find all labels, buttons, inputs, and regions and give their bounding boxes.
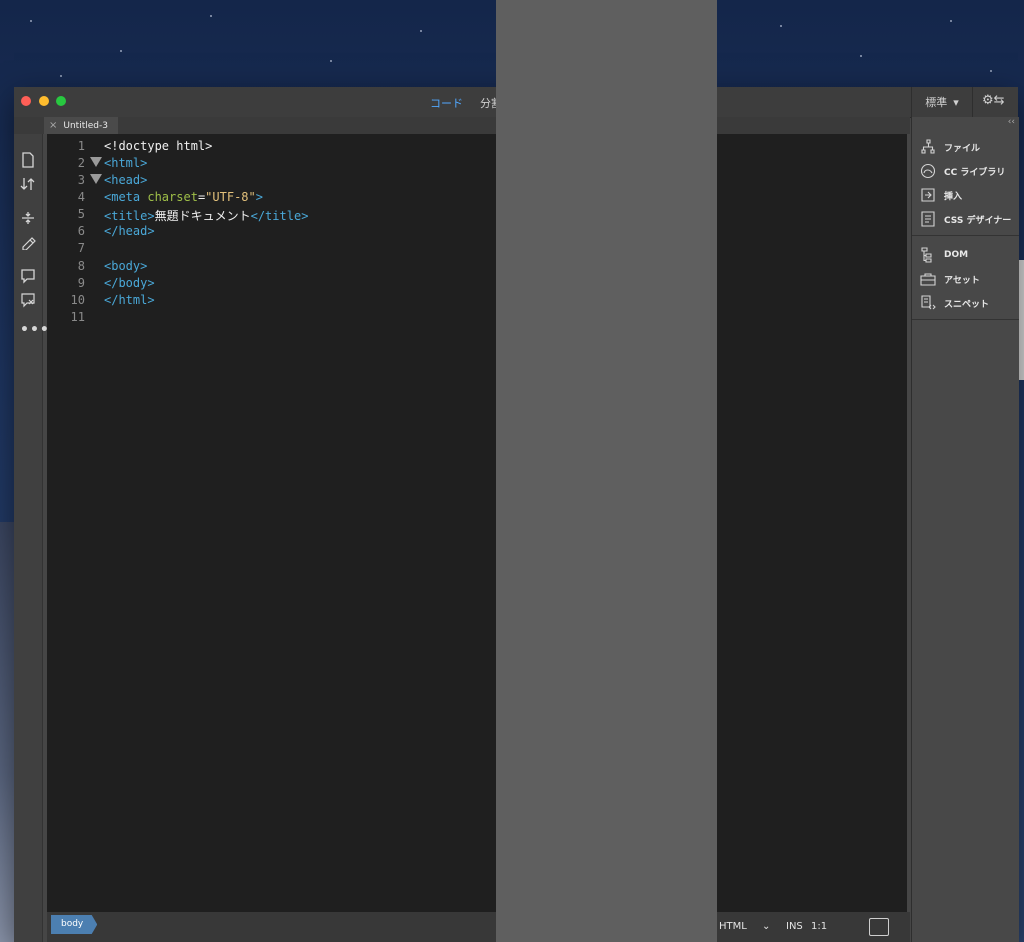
line-number: 2 xyxy=(77,156,85,170)
cc-libraries-icon xyxy=(920,163,936,179)
line-number: 6 xyxy=(77,224,85,238)
status-bar: body HTML ⌄ INS 1:1 xyxy=(47,912,910,942)
code-line: <body> xyxy=(104,259,148,273)
code-line: </head> xyxy=(104,224,155,238)
panel-label: スニペット xyxy=(944,299,990,310)
tab-code-view[interactable]: コード xyxy=(430,95,463,111)
code-line: <head> xyxy=(104,173,148,187)
panel-label: ファイル xyxy=(944,143,981,154)
panel-cc-libraries[interactable]: CC ライブラリ xyxy=(920,161,1005,181)
insert-mode[interactable]: INS xyxy=(786,921,803,932)
code-line: <meta charset="UTF-8"> xyxy=(104,190,263,204)
css-designer-icon xyxy=(920,211,936,227)
code-line: <!doctype html> xyxy=(104,139,213,153)
code-line: <html> xyxy=(104,156,148,170)
panel-label: アセット xyxy=(944,275,980,286)
snippets-icon xyxy=(920,295,936,311)
panel-snippets[interactable]: スニペット xyxy=(920,293,989,313)
panel-label: CC ライブラリ xyxy=(944,167,1006,178)
panel-label: CSS デザイナー xyxy=(944,215,1012,226)
minimize-window-button[interactable] xyxy=(39,96,49,106)
overlay-bar xyxy=(496,0,717,942)
panel-divider xyxy=(912,235,1019,236)
expand-all-icon[interactable] xyxy=(20,210,36,226)
gear-sync-icon[interactable]: ⚙⇆ xyxy=(982,93,1005,108)
document-tab-bar: × Untitled-3 xyxy=(14,117,910,134)
code-line: <title>無題ドキュメント</title> xyxy=(104,209,309,223)
panel-assets[interactable]: アセット xyxy=(920,269,980,289)
chevron-down-icon: ⌄ xyxy=(762,921,771,932)
line-number: 7 xyxy=(77,241,85,255)
apply-comment-icon[interactable] xyxy=(20,268,36,284)
remove-comment-icon[interactable] xyxy=(20,292,36,308)
document-type-label: HTML xyxy=(719,921,747,932)
insert-icon xyxy=(920,187,936,203)
format-source-icon[interactable] xyxy=(20,234,36,250)
workspace-switcher[interactable]: 標準 ▾ xyxy=(911,87,973,117)
panel-insert[interactable]: 挿入 xyxy=(920,185,962,205)
line-number: 4 xyxy=(77,190,85,204)
workspace-label: 標準 xyxy=(925,96,948,109)
code-editor[interactable]: 1 2 3 4 5 6 7 8 9 10 11 <!doctype html> … xyxy=(47,134,907,912)
collapse-panels-icon[interactable]: ‹‹ xyxy=(1008,117,1015,127)
panel-dom[interactable]: DOM xyxy=(920,245,968,265)
fold-triangle-icon[interactable] xyxy=(90,157,102,167)
line-number: 5 xyxy=(77,207,85,221)
left-toolbar: ••• xyxy=(14,134,49,942)
code-line: </html> xyxy=(104,293,155,307)
file-tree-icon xyxy=(920,139,936,155)
code-line: </body> xyxy=(104,276,155,290)
panel-label: 挿入 xyxy=(944,191,963,202)
document-tab[interactable]: × Untitled-3 xyxy=(44,117,118,134)
close-window-button[interactable] xyxy=(21,96,31,106)
maximize-window-button[interactable] xyxy=(56,96,66,106)
file-management-icon[interactable] xyxy=(20,176,36,192)
fold-triangle-icon[interactable] xyxy=(90,174,102,184)
panel-divider xyxy=(912,319,1019,320)
close-tab-icon[interactable]: × xyxy=(49,120,57,131)
tag-selector-body[interactable]: body xyxy=(51,915,98,934)
assets-icon xyxy=(920,271,936,287)
document-tab-title: Untitled-3 xyxy=(63,120,108,131)
panel-css-designer[interactable]: CSS デザイナー xyxy=(920,209,1011,229)
right-panel-dock: ‹‹ ファイル CC ライブラリ 挿入 CSS デザイナー DOM アセット ス… xyxy=(911,117,1019,942)
dom-icon xyxy=(920,247,936,263)
desktop-mountain xyxy=(0,522,14,942)
cursor-position: 1:1 xyxy=(811,921,828,932)
line-number: 11 xyxy=(70,310,85,324)
line-number: 1 xyxy=(77,139,85,153)
live-preview-icon[interactable] xyxy=(869,918,889,936)
line-number: 8 xyxy=(77,259,85,273)
line-number: 9 xyxy=(77,276,85,290)
chevron-down-icon: ▾ xyxy=(953,95,959,109)
more-options-icon[interactable]: ••• xyxy=(20,322,49,338)
open-documents-icon[interactable] xyxy=(20,152,36,168)
line-number: 3 xyxy=(77,173,85,187)
line-number: 10 xyxy=(70,293,85,307)
panel-files[interactable]: ファイル xyxy=(920,137,980,157)
panel-label: DOM xyxy=(944,250,969,260)
document-type-select[interactable]: HTML ⌄ xyxy=(719,921,770,932)
